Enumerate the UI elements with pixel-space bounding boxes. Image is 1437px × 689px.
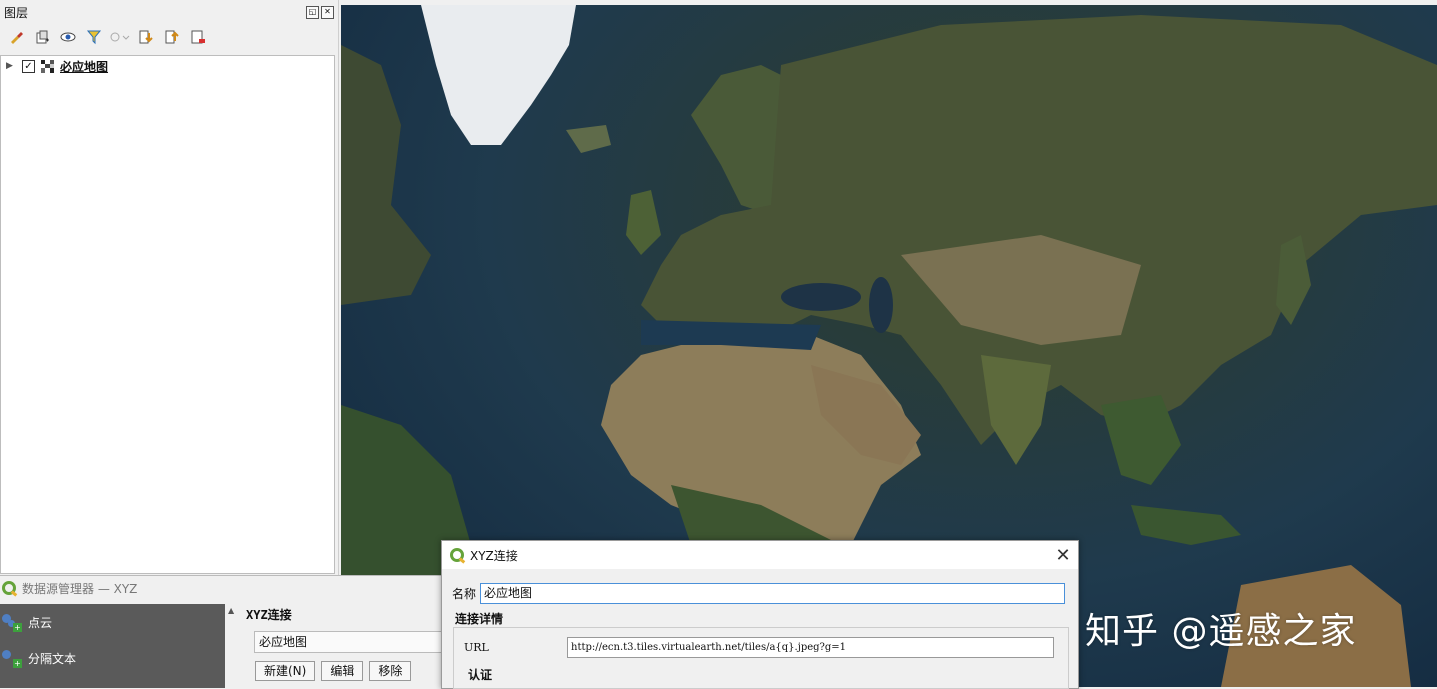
dsm-sidebar: + 点云 + 分隔文本 (0, 604, 225, 688)
filter-icon[interactable] (83, 26, 105, 48)
expand-arrow-icon[interactable]: ▶ (6, 61, 16, 71)
watermark: 知乎 @遥感之家 (1085, 611, 1357, 652)
layer-row[interactable]: ▶ ✓ 必应地图 (1, 56, 334, 76)
auth-section-title: 认证 (468, 668, 493, 682)
edit-button[interactable]: 编辑 (321, 661, 364, 681)
point-cloud-icon: + (2, 612, 22, 632)
qgis-logo-icon (2, 581, 16, 595)
connection-details-title: 连接详情 (455, 612, 504, 626)
close-icon[interactable]: ✕ (1048, 545, 1078, 566)
layers-toolbar (0, 24, 338, 50)
sidebar-item-label: 分隔文本 (28, 651, 77, 666)
dialog-title: XYZ连接 (470, 548, 518, 563)
name-label: 名称 (452, 587, 477, 601)
add-group-icon[interactable] (31, 26, 53, 48)
delimited-text-icon: + (2, 648, 22, 668)
close-icon[interactable]: ✕ (321, 5, 334, 19)
connection-select[interactable]: 必应地图 (254, 631, 460, 653)
style-brush-icon[interactable] (5, 26, 27, 48)
undock-icon[interactable]: ◱ (306, 5, 319, 19)
new-button[interactable]: 新建(N) (255, 661, 316, 681)
dialog-titlebar: XYZ连接 ✕ (442, 541, 1078, 569)
layer-name[interactable]: 必应地图 (60, 58, 108, 75)
remove-layer-icon[interactable] (187, 26, 209, 48)
qgis-logo-icon (450, 548, 464, 562)
expand-all-icon[interactable] (135, 26, 157, 48)
layer-visibility-checkbox[interactable]: ✓ (22, 59, 35, 73)
legend-filter-icon[interactable] (109, 26, 131, 48)
scroll-up-icon[interactable]: ▲ (228, 606, 234, 615)
sidebar-item-label: 点云 (28, 615, 53, 630)
layers-panel: 图层 ◱ ✕ ▶ ✓ 必应地图 (0, 0, 339, 575)
xyz-connection-dialog: XYZ连接 ✕ 名称 必应地图 连接详情 URL http://ecn.t3.t… (441, 540, 1079, 689)
url-field[interactable]: http://ecn.t3.tiles.virtualearth.net/til… (567, 637, 1054, 658)
dsm-titlebar: 数据源管理器 — XYZ (0, 576, 445, 600)
url-label: URL (464, 641, 489, 654)
layers-panel-title: 图层 (4, 5, 29, 20)
layer-tree: ▶ ✓ 必应地图 (0, 55, 335, 574)
sidebar-item-delimited-text[interactable]: + 分隔文本 (0, 640, 225, 676)
dsm-main: XYZ连接 必应地图 新建(N) 编辑 移除 (238, 604, 460, 688)
raster-layer-icon (41, 59, 54, 73)
remove-button[interactable]: 移除 (369, 661, 412, 681)
data-source-manager: 数据源管理器 — XYZ + 点云 + 分隔文本 ▲ XYZ连接 必应地图 新建… (0, 575, 460, 688)
name-field[interactable]: 必应地图 (480, 583, 1066, 604)
section-heading: XYZ连接 (246, 608, 292, 622)
dsm-title: 数据源管理器 — XYZ (22, 581, 138, 596)
layers-panel-titlebar: 图层 ◱ ✕ (0, 0, 338, 24)
sidebar-item-point-cloud[interactable]: + 点云 (0, 604, 225, 640)
eye-icon[interactable] (57, 26, 79, 48)
collapse-all-icon[interactable] (161, 26, 183, 48)
